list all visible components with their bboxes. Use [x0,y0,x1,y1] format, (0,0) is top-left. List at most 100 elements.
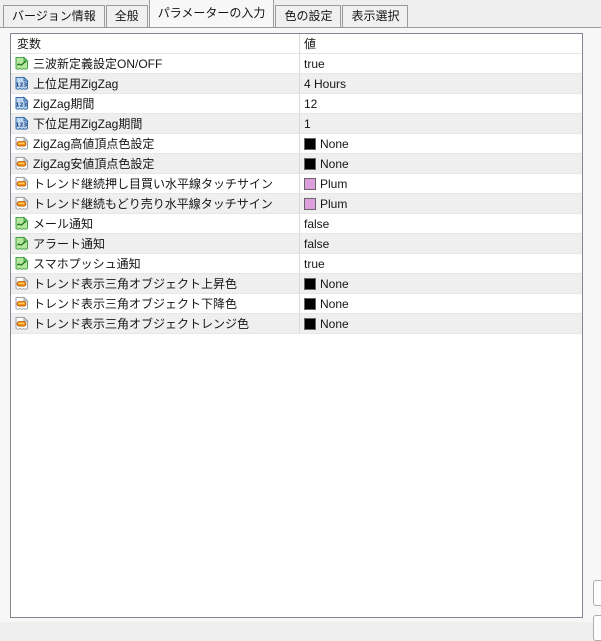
param-value: Plum [320,176,348,191]
param-value-cell[interactable]: true [300,54,582,74]
param-name-cell: ZigZag高値頂点色設定 [11,134,300,154]
param-value-cell[interactable]: false [300,234,582,254]
param-value: false [304,216,330,231]
param-row[interactable]: アラート通知 false [11,234,582,254]
param-row[interactable]: 三波新定義設定ON/OFF true [11,54,582,74]
param-value: true [304,256,325,271]
tab-4[interactable]: 表示選択 [342,5,409,27]
param-label: トレンド表示三角オブジェクトレンジ色 [33,317,250,331]
param-label: スマホプッシュ通知 [33,257,141,271]
param-value-cell[interactable]: 4 Hours [300,74,582,94]
param-name-cell: スマホプッシュ通知 [11,254,300,274]
param-value: None [320,276,349,291]
param-name-cell: トレンド表示三角オブジェクトレンジ色 [11,314,300,334]
param-name-cell: アラート通知 [11,234,300,254]
param-row[interactable]: 123 上位足用ZigZag 4 Hours [11,74,582,94]
bool-param-icon [14,56,29,71]
param-row[interactable]: トレンド表示三角オブジェクト下降色 None [11,294,582,314]
param-name-cell: トレンド継続もどり売り水平線タッチサイン [11,194,300,214]
param-label: トレンド表示三角オブジェクト下降色 [33,297,238,311]
param-label: ZigZag高値頂点色設定 [33,137,155,151]
param-label: 下位足用ZigZag期間 [33,117,143,131]
param-value-cell[interactable]: 12 [300,94,582,114]
expert-properties-dialog: { "tabs": [ {"label": "バージョン情報", "active… [0,0,601,641]
color-param-icon [14,196,29,211]
color-swatch [304,197,316,210]
param-value: None [320,316,349,331]
param-value: 1 [304,116,311,131]
param-name-cell: 123 下位足用ZigZag期間 [11,114,300,134]
param-label: 上位足用ZigZag [33,77,119,91]
bool-param-icon [14,216,29,231]
param-value: None [320,156,349,171]
param-value-cell[interactable]: None [300,134,582,154]
param-row[interactable]: メール通知 false [11,214,582,234]
param-name-cell: 123 上位足用ZigZag [11,74,300,94]
param-value-cell[interactable]: None [300,294,582,314]
param-value: true [304,56,325,71]
param-value: None [320,296,349,311]
param-value: None [320,136,349,151]
param-row[interactable]: ZigZag高値頂点色設定 None [11,134,582,154]
param-value-cell[interactable]: false [300,214,582,234]
param-name-cell: トレンド継続押し目買い水平線タッチサイン [11,174,300,194]
param-value: 12 [304,96,318,111]
param-table-body: 三波新定義設定ON/OFF true 123 上位足用ZigZag 4 Hours 123… [11,54,582,334]
svg-text:123: 123 [16,102,28,108]
param-row[interactable]: 123 下位足用ZigZag期間 1 [11,114,582,134]
svg-text:123: 123 [16,122,28,128]
tab-0[interactable]: バージョン情報 [3,5,105,27]
tab-strip: バージョン情報 全般 パラメーターの入力 色の設定 表示選択 [3,0,601,27]
table-header: 変数 値 [11,34,582,54]
param-name-cell: ZigZag安値頂点色設定 [11,154,300,174]
param-name-cell: 123 ZigZag期間 [11,94,300,114]
param-row[interactable]: トレンド継続押し目買い水平線タッチサイン Plum [11,174,582,194]
bool-param-icon [14,256,29,271]
bool-param-icon [14,236,29,251]
param-label: トレンド表示三角オブジェクト上昇色 [33,277,238,291]
column-header-variable: 変数 [11,34,300,54]
param-row[interactable]: トレンド継続もどり売り水平線タッチサイン Plum [11,194,582,214]
param-value: Plum [320,196,348,211]
color-param-icon [14,156,29,171]
color-param-icon [14,316,29,331]
param-value-cell[interactable]: Plum [300,174,582,194]
param-name-cell: 三波新定義設定ON/OFF [11,54,300,74]
color-swatch [304,137,316,150]
param-row[interactable]: 123 ZigZag期間 12 [11,94,582,114]
param-label: メール通知 [33,217,94,231]
right-edge-button-bottom[interactable] [593,615,601,641]
parameters-table: 変数 値 三波新定義設定ON/OFF true 123 上位足用ZigZag 4 Hou… [10,33,583,618]
column-header-value: 値 [300,34,582,54]
param-value-cell[interactable]: Plum [300,194,582,214]
param-row[interactable]: スマホプッシュ通知 true [11,254,582,274]
color-param-icon [14,276,29,291]
color-swatch [304,157,316,170]
param-name-cell: トレンド表示三角オブジェクト上昇色 [11,274,300,294]
param-value-cell[interactable]: None [300,274,582,294]
tab-3[interactable]: 色の設定 [275,5,342,27]
tab-1[interactable]: 全般 [105,5,148,27]
color-swatch [304,297,316,310]
param-value: 4 Hours [304,76,347,91]
number-param-icon: 123 [14,76,29,91]
param-value-cell[interactable]: None [300,154,582,174]
parameters-panel: 変数 値 三波新定義設定ON/OFF true 123 上位足用ZigZag 4 Hou… [0,27,601,641]
param-label: 三波新定義設定ON/OFF [33,57,163,71]
color-param-icon [14,176,29,191]
param-value-cell[interactable]: true [300,254,582,274]
param-label: ZigZag期間 [33,97,95,111]
param-row[interactable]: トレンド表示三角オブジェクト上昇色 None [11,274,582,294]
tab-2[interactable]: パラメーターの入力 [148,0,275,27]
param-row[interactable]: トレンド表示三角オブジェクトレンジ色 None [11,314,582,334]
color-swatch [304,277,316,290]
color-param-icon [14,296,29,311]
right-edge-button-top[interactable] [593,580,601,606]
param-name-cell: トレンド表示三角オブジェクト下降色 [11,294,300,314]
param-row[interactable]: ZigZag安値頂点色設定 None [11,154,582,174]
param-value-cell[interactable]: 1 [300,114,582,134]
color-swatch [304,317,316,330]
param-value-cell[interactable]: None [300,314,582,334]
param-label: アラート通知 [33,237,106,251]
color-param-icon [14,136,29,151]
